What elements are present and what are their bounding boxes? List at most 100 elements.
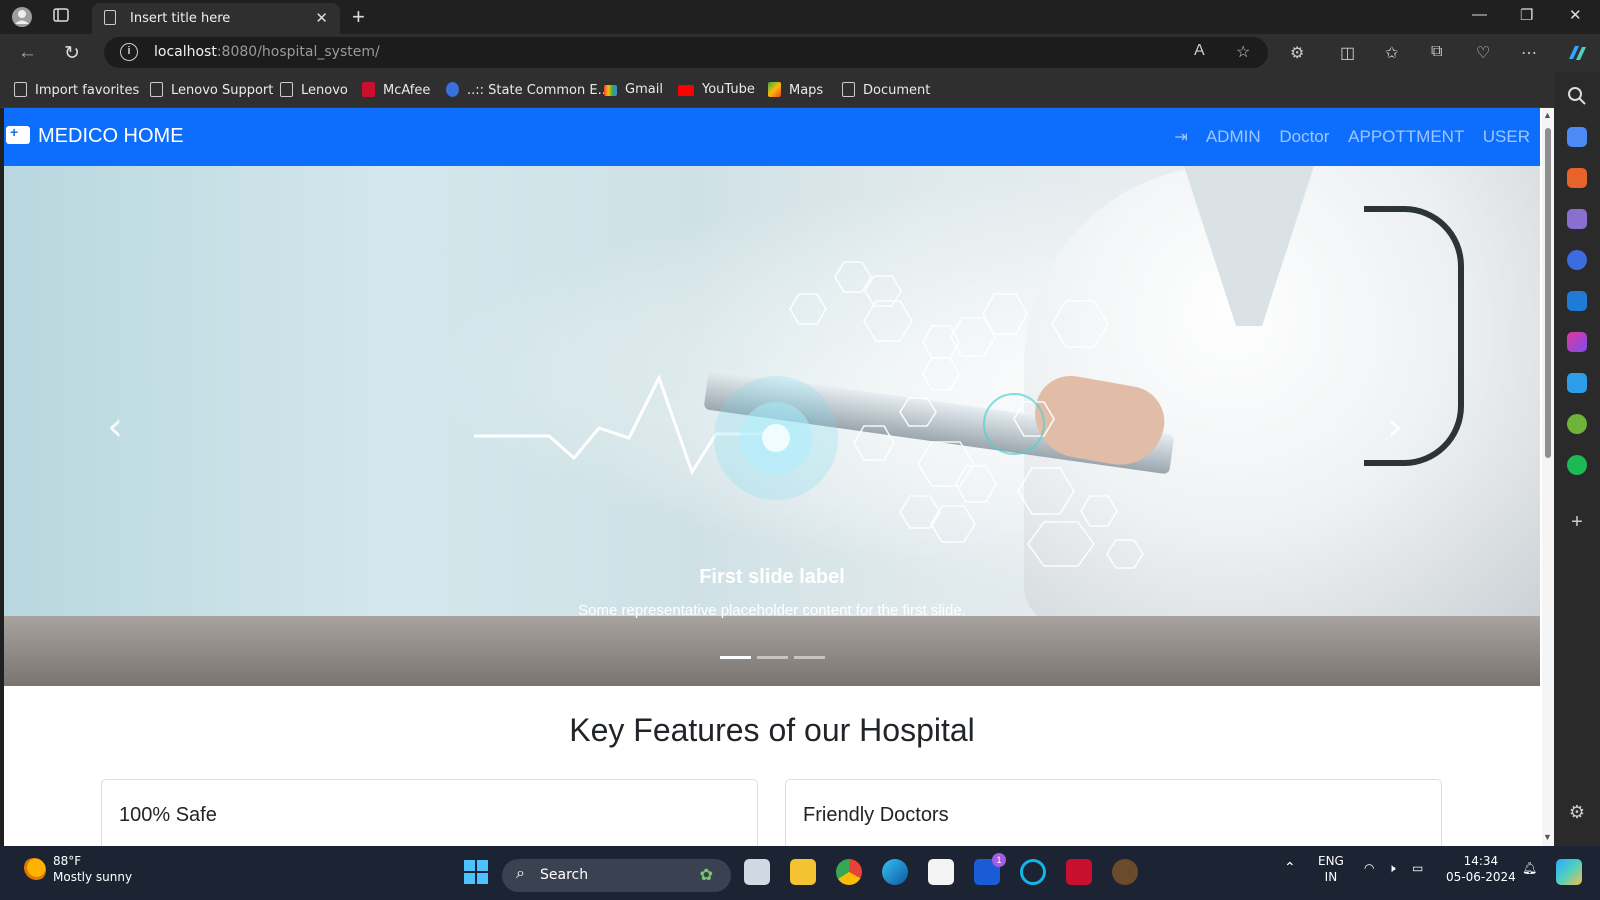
profile-icon[interactable]	[11, 6, 33, 28]
address-toolbar: ← ↻ i localhost:8080/hospital_system/ A …	[0, 34, 1600, 72]
search-highlight-icon: ✿	[699, 867, 713, 884]
sidebar-spotify-icon[interactable]	[1567, 455, 1587, 475]
mcafee-taskbar-icon[interactable]	[1066, 859, 1092, 885]
more-menu-icon[interactable]: ⋯	[1521, 43, 1537, 63]
refresh-icon[interactable]: ↻	[64, 42, 80, 65]
file-explorer-icon[interactable]	[790, 859, 816, 885]
task-view-icon[interactable]	[744, 859, 770, 885]
weather-widget[interactable]: 88°F Mostly sunny	[53, 853, 132, 885]
back-icon[interactable]: ←	[18, 42, 37, 64]
chrome-icon[interactable]	[836, 859, 862, 885]
start-icon[interactable]	[463, 859, 489, 885]
favorite-star-icon[interactable]: ☆	[1236, 42, 1250, 62]
site-navbar: MEDICO HOME ⇥ADMIN Doctor APPOTTMENT USE…	[4, 108, 1540, 166]
sidebar-add-icon[interactable]: +	[1567, 512, 1587, 532]
bookmark-mcafee[interactable]: McAfee	[362, 82, 430, 98]
sidebar-search-icon[interactable]	[1567, 86, 1587, 106]
bookmark-lenovo[interactable]: Lenovo	[280, 82, 348, 98]
feature-card-doctors: Friendly Doctors	[785, 779, 1442, 846]
lenovo-vantage-icon[interactable]: 1	[974, 853, 1006, 885]
bookmark-youtube[interactable]: YouTube	[678, 82, 755, 97]
read-aloud-icon[interactable]: A	[1194, 42, 1205, 60]
nav-user[interactable]: USER	[1483, 127, 1530, 146]
address-bar[interactable]: i localhost:8080/hospital_system/ A ☆	[104, 37, 1268, 68]
maps-icon	[768, 82, 781, 97]
bookmark-state-common[interactable]: ..:: State Common E...	[446, 82, 610, 98]
login-icon: ⇥	[1174, 129, 1188, 146]
scrollbar-thumb[interactable]	[1545, 128, 1551, 458]
sidebar-tools-icon[interactable]	[1567, 168, 1587, 188]
carousel-indicator-3[interactable]	[793, 656, 825, 659]
site-nav-links: ⇥ ADMIN Doctor APPOTTMENT USER	[1146, 127, 1530, 147]
tab-actions-icon[interactable]	[50, 6, 72, 28]
sidebar-shopping-icon[interactable]	[1567, 127, 1587, 147]
notifications-bell-icon[interactable]: 🔔︎	[1522, 860, 1537, 876]
ambulance-icon	[6, 124, 30, 144]
gmail-icon	[604, 85, 617, 96]
bookmark-lenovo-support[interactable]: Lenovo Support	[150, 82, 273, 98]
scroll-down-icon[interactable]: ▼	[1543, 832, 1552, 842]
battery-icon[interactable]: ▭	[1412, 860, 1423, 876]
page-icon	[280, 82, 293, 97]
wifi-icon[interactable]: ◠	[1364, 860, 1374, 876]
browser-title-bar: Insert title here ✕ + — ❐ ✕	[0, 0, 1600, 34]
scroll-up-icon[interactable]: ▲	[1543, 110, 1552, 120]
carousel-next-icon[interactable]: ›	[1387, 404, 1403, 450]
collections-icon[interactable]: ⧉	[1431, 43, 1442, 61]
weather-sun-icon[interactable]	[22, 858, 46, 882]
browser-essentials-icon[interactable]: ♡	[1476, 43, 1490, 63]
mcafee-icon	[362, 82, 375, 97]
sidebar-games-icon[interactable]	[1567, 209, 1587, 229]
url-text[interactable]: localhost:8080/hospital_system/	[154, 44, 380, 60]
youtube-icon	[678, 85, 694, 96]
page-icon	[842, 82, 855, 97]
page-scrollbar[interactable]: ▲ ▼	[1542, 108, 1554, 846]
language-indicator[interactable]: ENG IN	[1318, 853, 1344, 885]
carousel-caption-text: Some representative placeholder content …	[578, 602, 966, 619]
sidebar-settings-icon[interactable]: ⚙	[1567, 802, 1587, 822]
store-icon[interactable]	[928, 859, 954, 885]
edge-icon[interactable]	[882, 859, 908, 885]
bookmark-maps[interactable]: Maps	[768, 82, 823, 98]
search-icon: ⌕	[516, 865, 525, 882]
globe-icon	[446, 82, 459, 97]
carousel-prev-icon[interactable]: ‹	[107, 404, 123, 450]
sidebar-telegram-icon[interactable]	[1567, 373, 1587, 393]
extensions-icon[interactable]: ⚙	[1290, 43, 1304, 63]
favorites-bar: Import favorites Lenovo Support Lenovo M…	[0, 72, 1600, 108]
copilot-icon[interactable]	[1566, 43, 1588, 68]
copilot-taskbar-icon[interactable]	[1556, 859, 1582, 885]
page-icon	[104, 10, 116, 25]
carousel-indicator-2[interactable]	[756, 656, 788, 659]
brand-link[interactable]: MEDICO HOME	[6, 124, 184, 148]
settings-app-icon[interactable]	[1112, 859, 1138, 885]
restore-icon[interactable]: ❐	[1520, 6, 1533, 24]
minimize-icon[interactable]: —	[1472, 6, 1487, 23]
sidebar-outlook-icon[interactable]	[1567, 291, 1587, 311]
close-window-icon[interactable]: ✕	[1569, 6, 1582, 24]
show-hidden-icons[interactable]: ⌃	[1284, 860, 1296, 876]
close-tab-icon[interactable]: ✕	[315, 9, 328, 27]
import-icon	[14, 82, 27, 97]
volume-muted-icon[interactable]: 🕨	[1388, 860, 1396, 876]
split-screen-icon[interactable]: ◫	[1340, 43, 1355, 63]
sidebar-copilot-icon[interactable]	[1567, 250, 1587, 270]
cortana-icon[interactable]	[1020, 859, 1046, 885]
site-info-icon[interactable]: i	[120, 43, 138, 61]
favorites-icon[interactable]: ✩	[1385, 43, 1398, 63]
clock[interactable]: 14:34 05-06-2024	[1446, 853, 1516, 885]
notification-badge: 1	[992, 853, 1006, 867]
nav-appointment[interactable]: APPOTTMENT	[1348, 127, 1464, 146]
edge-sidebar: + ⚙	[1554, 72, 1600, 846]
bookmark-gmail[interactable]: Gmail	[604, 82, 663, 97]
carousel-indicator-1[interactable]	[719, 656, 751, 659]
nav-admin[interactable]: ⇥ ADMIN	[1160, 127, 1260, 146]
bookmark-import-favorites[interactable]: Import favorites	[14, 82, 139, 98]
new-tab-button[interactable]: +	[352, 4, 365, 30]
sidebar-designer-icon[interactable]	[1567, 332, 1587, 352]
taskbar-search[interactable]: ⌕ Search ✿	[502, 859, 731, 892]
bookmark-document[interactable]: Document	[842, 82, 930, 98]
sidebar-tree-icon[interactable]	[1567, 414, 1587, 434]
tab-active[interactable]: Insert title here ✕	[92, 3, 340, 34]
nav-doctor[interactable]: Doctor	[1279, 127, 1329, 146]
